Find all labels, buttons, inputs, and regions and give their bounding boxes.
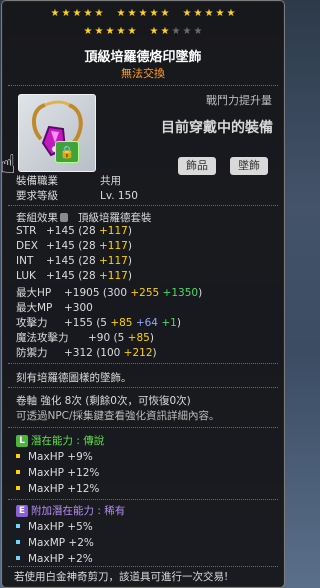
divider (8, 427, 278, 428)
lock-icon: 🔒 (55, 141, 79, 163)
combat-power-label: 戰鬥力提升量 (206, 94, 272, 107)
trade-status: 無法交換 (121, 67, 165, 80)
set-effect-row[interactable]: 套組效果 頂級培羅德套裝 (16, 210, 152, 225)
potential-header: L 潛在能力 : 傳說 (16, 433, 104, 448)
divider (8, 205, 278, 206)
set-info-icon[interactable] (60, 213, 68, 222)
stat-maxhp: 最大HP +1905 (300 +255 +1350) (16, 287, 203, 299)
stat-dex: DEX +145 (28 +117) (16, 240, 132, 252)
star-row-1: ★ ★ ★ ★ ★ ★ ★ ★ ★ ★ ★ ★ ★ ★ ★ (50, 8, 236, 19)
stat-magic-attack: 魔法攻擊力 +90 (5 +85) (16, 332, 154, 344)
bonus-potential-line: MaxHP +5% (16, 521, 93, 533)
legendary-icon: L (16, 435, 28, 447)
stat-luk: LUK +145 (28 +117) (16, 270, 132, 282)
stat-maxmp: 最大MP +300 (16, 302, 93, 314)
potential-line: MaxHP +12% (16, 467, 99, 479)
item-description: 刻有培羅德圖樣的墜飾。 (16, 372, 132, 384)
category-badge: 墜飾 (230, 157, 268, 175)
item-icon: 🔒 (18, 94, 96, 172)
divider (8, 566, 278, 567)
divider (8, 363, 278, 364)
enhance-info: 卷軸 強化 8次 (剩餘0次，可恢復0次) (16, 395, 191, 407)
star-row-2: ★ ★ ★ ★ ★ ★ ★ ★ ★ ★ (83, 26, 203, 37)
potential-line: MaxHP +9% (16, 451, 93, 463)
bonus-potential-header: E 附加潛在能力 : 稀有 (16, 503, 125, 518)
level-row: 要求等級 Lv. 150 (16, 190, 138, 202)
divider (8, 499, 278, 500)
stat-int: INT +145 (28 +117) (16, 255, 132, 267)
item-tooltip: ★ ★ ★ ★ ★ ★ ★ ★ ★ ★ ★ ★ ★ ★ ★ ★ ★ ★ ★ ★ ★ ★ ★ ★ ★ 頂級培羅德烙印墜飾 … (1, 0, 285, 588)
stat-defense: 防禦力 +312 (100 +212) (16, 347, 157, 359)
divider (8, 387, 278, 388)
divider (8, 85, 278, 86)
stat-attack: 攻擊力 +155 (5 +85 +64 +1) (16, 317, 181, 329)
job-row: 裝備職業 共用 (16, 175, 121, 187)
rare-icon: E (16, 505, 28, 517)
category-badge: 飾品 (178, 157, 216, 175)
item-name: 頂級培羅德烙印墜飾 (84, 50, 202, 65)
hand-cursor-icon: ☝ (0, 150, 16, 180)
potential-line: MaxHP +12% (16, 483, 99, 495)
enhance-hint: 可透過NPC/採集鍵查看強化資訊詳細內容。 (16, 410, 220, 422)
currently-equipped-label: 目前穿戴中的裝備 (161, 120, 273, 136)
trade-hint: 若使用白金神奇剪刀，該道具可進行一次交易! (14, 571, 229, 583)
stat-str: STR +145 (28 +117) (16, 225, 132, 237)
bonus-potential-line: MaxHP +2% (16, 553, 93, 565)
bonus-potential-line: MaxMP +2% (16, 537, 94, 549)
